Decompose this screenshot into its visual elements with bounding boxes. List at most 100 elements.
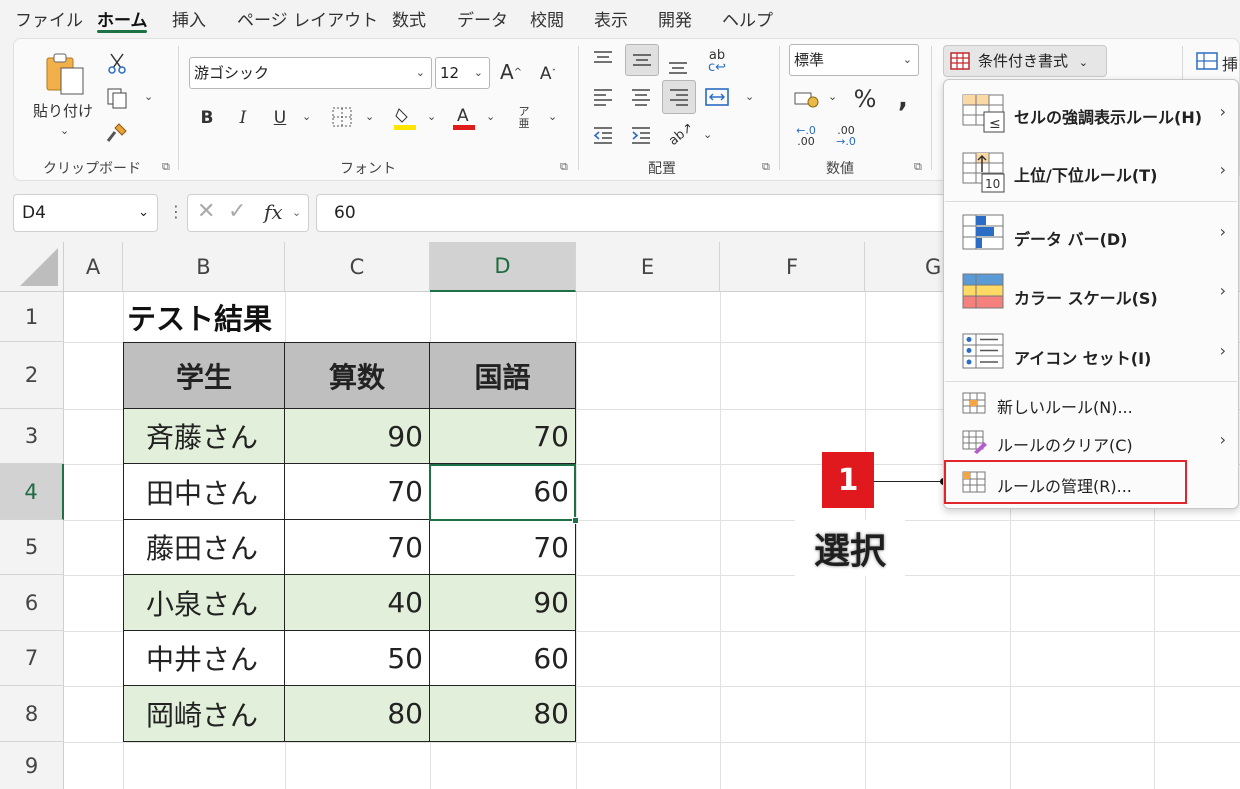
table-cell-japanese[interactable]: 80 <box>430 686 576 742</box>
decrease-font-size-icon[interactable]: Aˇ <box>536 60 560 88</box>
bold-icon[interactable]: B <box>196 106 218 130</box>
table-cell-name[interactable]: 岡崎さん <box>123 686 285 742</box>
row-header-5[interactable]: 5 <box>0 520 64 575</box>
orientation-dropdown-arrow[interactable]: ⌄ <box>703 128 712 141</box>
align-middle-icon[interactable] <box>625 44 659 76</box>
accounting-format-icon[interactable] <box>792 86 820 112</box>
table-header-student[interactable]: 学生 <box>123 342 285 409</box>
row-header-2[interactable]: 2 <box>0 342 64 409</box>
menu-item-clear-rules[interactable]: ルールのクリア(C) › <box>944 424 1238 460</box>
table-cell-name[interactable]: 中井さん <box>123 631 285 686</box>
table-cell-math[interactable]: 70 <box>285 520 430 575</box>
comma-style-icon[interactable]: , <box>893 84 913 114</box>
row-header-9[interactable]: 9 <box>0 742 64 789</box>
table-cell-name[interactable]: 小泉さん <box>123 575 285 631</box>
phonetic-dropdown-arrow[interactable]: ⌄ <box>548 110 557 123</box>
table-cell-name[interactable]: 斉藤さん <box>123 409 285 464</box>
table-header-math[interactable]: 算数 <box>285 342 430 409</box>
row-header-6[interactable]: 6 <box>0 575 64 631</box>
tab-help[interactable]: ヘルプ <box>722 6 773 31</box>
menu-item-icon-sets[interactable]: アイコン セット(I) › <box>944 325 1238 381</box>
column-header-c[interactable]: C <box>285 242 430 292</box>
italic-icon[interactable]: I <box>232 106 254 130</box>
font-launcher-icon[interactable]: ⧉ <box>560 160 568 174</box>
tab-home[interactable]: ホーム <box>97 6 148 31</box>
paste-icon[interactable] <box>40 50 90 96</box>
insert-cells-label[interactable]: 挿 <box>1222 51 1238 75</box>
row-header-3[interactable]: 3 <box>0 409 64 464</box>
table-cell-math[interactable]: 50 <box>285 631 430 686</box>
increase-decimal-icon[interactable]: ←.0.00 <box>792 122 820 150</box>
merge-dropdown-arrow[interactable]: ⌄ <box>745 90 754 103</box>
tab-formulas[interactable]: 数式 <box>392 6 426 31</box>
column-header-f[interactable]: F <box>720 242 865 292</box>
tab-insert[interactable]: 挿入 <box>172 6 206 31</box>
column-header-d[interactable]: D <box>430 242 576 292</box>
fill-color-dropdown-arrow[interactable]: ⌄ <box>427 110 436 123</box>
table-cell-math[interactable]: 40 <box>285 575 430 631</box>
tab-page-layout[interactable]: ページ レイアウト <box>237 6 378 31</box>
paste-dropdown-arrow[interactable]: ⌄ <box>60 124 69 137</box>
menu-item-highlight-cells-rules[interactable]: ≤ セルの強調表示ルール(H) › <box>944 86 1238 142</box>
align-left-icon[interactable] <box>590 84 616 110</box>
insert-function-icon[interactable]: fx <box>264 200 283 224</box>
percent-style-icon[interactable]: % <box>851 84 879 114</box>
table-cell-japanese[interactable]: 90 <box>430 575 576 631</box>
font-name-combo[interactable]: 游ゴシック ⌄ <box>189 57 432 89</box>
align-center-icon[interactable] <box>628 84 654 110</box>
underline-dropdown-arrow[interactable]: ⌄ <box>302 110 311 123</box>
table-cell-math[interactable]: 90 <box>285 409 430 464</box>
paste-label[interactable]: 貼り付け <box>33 100 93 121</box>
chevron-down-icon[interactable]: ⌄ <box>292 206 301 219</box>
font-color-icon[interactable]: A <box>451 102 477 132</box>
tab-review[interactable]: 校閲 <box>530 6 564 31</box>
table-cell-japanese[interactable]: 70 <box>430 409 576 464</box>
fill-color-icon[interactable] <box>392 102 418 132</box>
table-cell-math[interactable]: 80 <box>285 686 430 742</box>
tab-view[interactable]: 表示 <box>594 6 628 31</box>
alignment-launcher-icon[interactable]: ⧉ <box>762 160 770 174</box>
menu-item-data-bars[interactable]: データ バー(D) › <box>944 206 1238 262</box>
increase-indent-icon[interactable] <box>628 122 654 148</box>
table-cell-math[interactable]: 70 <box>285 464 430 520</box>
cancel-icon[interactable]: ✕ <box>197 199 215 224</box>
decrease-decimal-icon[interactable]: .00 →.0 <box>832 122 860 150</box>
tab-data[interactable]: データ <box>457 6 508 31</box>
row-header-7[interactable]: 7 <box>0 631 64 686</box>
insert-cells-icon[interactable] <box>1196 50 1218 72</box>
formula-bar-grip-icon[interactable]: ⋮ <box>168 202 184 221</box>
fill-handle[interactable] <box>572 517 579 524</box>
merge-center-icon[interactable] <box>703 84 731 110</box>
select-all-corner[interactable] <box>0 242 64 292</box>
increase-font-size-icon[interactable]: A ^ <box>498 58 524 86</box>
menu-item-new-rule[interactable]: 新しいルール(N)... <box>944 386 1238 422</box>
enter-icon[interactable]: ✓ <box>228 199 246 224</box>
formula-input[interactable]: 60 <box>316 194 956 232</box>
row-header-4[interactable]: 4 <box>0 464 64 520</box>
column-header-b[interactable]: B <box>123 242 285 292</box>
table-cell-japanese[interactable]: 60 <box>430 631 576 686</box>
column-header-e[interactable]: E <box>576 242 720 292</box>
clipboard-launcher-icon[interactable]: ⧉ <box>162 160 170 174</box>
accounting-dropdown-arrow[interactable]: ⌄ <box>828 90 837 103</box>
font-size-combo[interactable]: 12 ⌄ <box>435 57 490 89</box>
tab-file[interactable]: ファイル <box>15 6 83 31</box>
borders-dropdown-arrow[interactable]: ⌄ <box>365 110 374 123</box>
row-header-8[interactable]: 8 <box>0 686 64 742</box>
decrease-indent-icon[interactable] <box>590 122 616 148</box>
copy-icon[interactable] <box>104 86 130 110</box>
align-right-icon[interactable] <box>662 80 696 114</box>
borders-icon[interactable] <box>329 104 355 130</box>
copy-dropdown-arrow[interactable]: ⌄ <box>144 90 153 103</box>
align-top-icon[interactable] <box>590 46 616 72</box>
number-format-combo[interactable]: 標準 ⌄ <box>789 44 919 76</box>
format-painter-icon[interactable] <box>104 120 130 146</box>
underline-icon[interactable]: U <box>269 106 291 130</box>
table-cell-japanese[interactable]: 70 <box>430 520 576 575</box>
tab-developer[interactable]: 開発 <box>658 6 692 31</box>
align-bottom-icon[interactable] <box>664 52 692 78</box>
column-header-a[interactable]: A <box>64 242 123 292</box>
number-launcher-icon[interactable]: ⧉ <box>914 160 922 174</box>
font-color-dropdown-arrow[interactable]: ⌄ <box>486 110 495 123</box>
table-cell-name[interactable]: 田中さん <box>123 464 285 520</box>
